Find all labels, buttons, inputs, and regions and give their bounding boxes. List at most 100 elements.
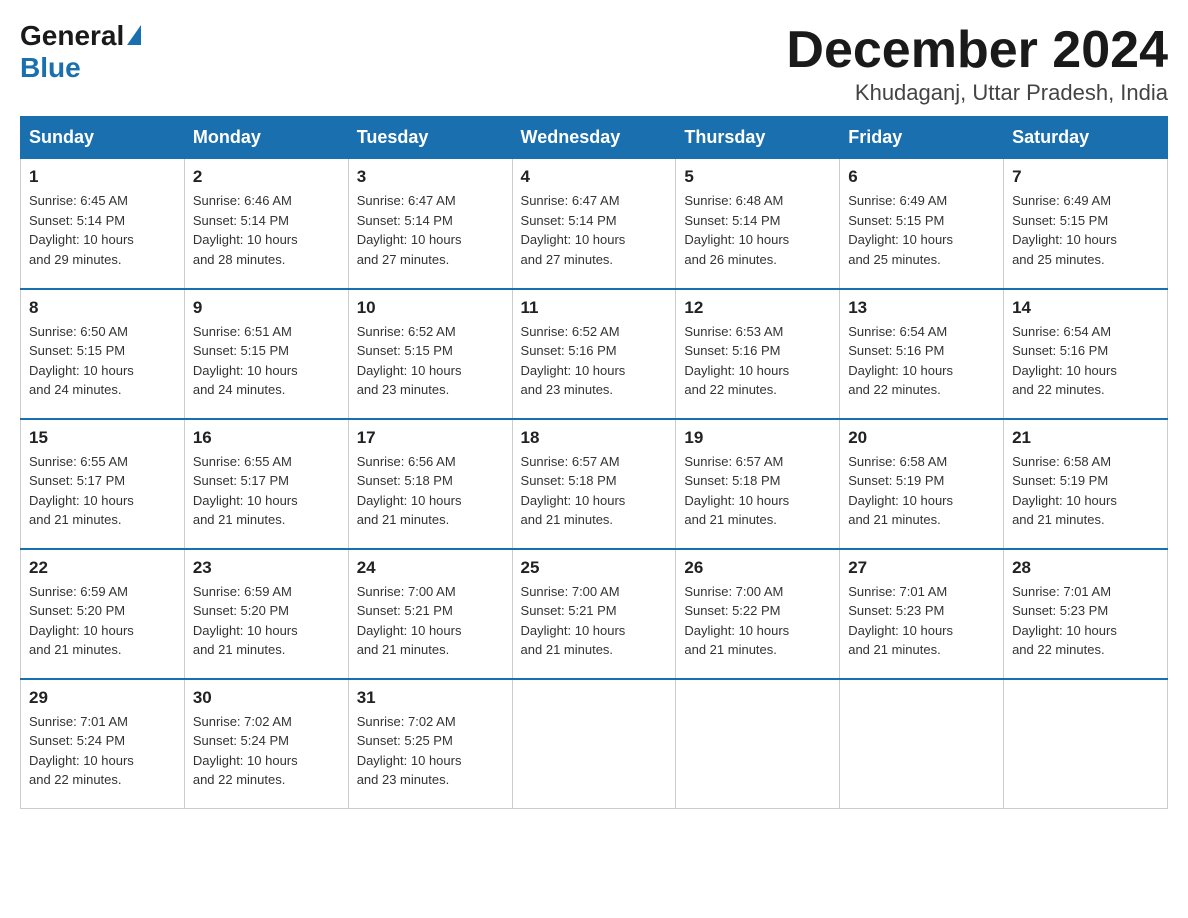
- day-number: 29: [29, 688, 176, 708]
- logo: General Blue: [20, 20, 141, 84]
- day-number: 9: [193, 298, 340, 318]
- calendar-day-cell: 11 Sunrise: 6:52 AM Sunset: 5:16 PM Dayl…: [512, 289, 676, 419]
- calendar-day-cell: 13 Sunrise: 6:54 AM Sunset: 5:16 PM Dayl…: [840, 289, 1004, 419]
- day-info: Sunrise: 7:01 AM Sunset: 5:24 PM Dayligh…: [29, 712, 176, 790]
- day-info: Sunrise: 7:00 AM Sunset: 5:21 PM Dayligh…: [357, 582, 504, 660]
- day-info: Sunrise: 7:00 AM Sunset: 5:22 PM Dayligh…: [684, 582, 831, 660]
- calendar-week-row: 15 Sunrise: 6:55 AM Sunset: 5:17 PM Dayl…: [21, 419, 1168, 549]
- calendar-day-cell: 16 Sunrise: 6:55 AM Sunset: 5:17 PM Dayl…: [184, 419, 348, 549]
- day-info: Sunrise: 6:54 AM Sunset: 5:16 PM Dayligh…: [1012, 322, 1159, 400]
- day-info: Sunrise: 6:55 AM Sunset: 5:17 PM Dayligh…: [29, 452, 176, 530]
- day-number: 3: [357, 167, 504, 187]
- header-sunday: Sunday: [21, 117, 185, 159]
- day-info: Sunrise: 7:01 AM Sunset: 5:23 PM Dayligh…: [1012, 582, 1159, 660]
- page-header: General Blue December 2024 Khudaganj, Ut…: [20, 20, 1168, 106]
- day-number: 19: [684, 428, 831, 448]
- location-subtitle: Khudaganj, Uttar Pradesh, India: [786, 80, 1168, 106]
- calendar-day-cell: 30 Sunrise: 7:02 AM Sunset: 5:24 PM Dayl…: [184, 679, 348, 809]
- calendar-week-row: 29 Sunrise: 7:01 AM Sunset: 5:24 PM Dayl…: [21, 679, 1168, 809]
- header-monday: Monday: [184, 117, 348, 159]
- day-info: Sunrise: 6:58 AM Sunset: 5:19 PM Dayligh…: [1012, 452, 1159, 530]
- calendar-day-cell: 21 Sunrise: 6:58 AM Sunset: 5:19 PM Dayl…: [1004, 419, 1168, 549]
- day-info: Sunrise: 6:56 AM Sunset: 5:18 PM Dayligh…: [357, 452, 504, 530]
- day-info: Sunrise: 6:52 AM Sunset: 5:16 PM Dayligh…: [521, 322, 668, 400]
- calendar-day-cell: 14 Sunrise: 6:54 AM Sunset: 5:16 PM Dayl…: [1004, 289, 1168, 419]
- day-number: 28: [1012, 558, 1159, 578]
- calendar-day-cell: 12 Sunrise: 6:53 AM Sunset: 5:16 PM Dayl…: [676, 289, 840, 419]
- calendar-day-cell: 25 Sunrise: 7:00 AM Sunset: 5:21 PM Dayl…: [512, 549, 676, 679]
- day-info: Sunrise: 6:52 AM Sunset: 5:15 PM Dayligh…: [357, 322, 504, 400]
- day-info: Sunrise: 6:55 AM Sunset: 5:17 PM Dayligh…: [193, 452, 340, 530]
- calendar-day-cell: 9 Sunrise: 6:51 AM Sunset: 5:15 PM Dayli…: [184, 289, 348, 419]
- calendar-day-cell: 28 Sunrise: 7:01 AM Sunset: 5:23 PM Dayl…: [1004, 549, 1168, 679]
- calendar-day-cell: 29 Sunrise: 7:01 AM Sunset: 5:24 PM Dayl…: [21, 679, 185, 809]
- day-number: 26: [684, 558, 831, 578]
- calendar-week-row: 1 Sunrise: 6:45 AM Sunset: 5:14 PM Dayli…: [21, 159, 1168, 289]
- title-section: December 2024 Khudaganj, Uttar Pradesh, …: [786, 20, 1168, 106]
- calendar-week-row: 22 Sunrise: 6:59 AM Sunset: 5:20 PM Dayl…: [21, 549, 1168, 679]
- calendar-day-cell: 5 Sunrise: 6:48 AM Sunset: 5:14 PM Dayli…: [676, 159, 840, 289]
- calendar-day-cell: [676, 679, 840, 809]
- calendar-day-cell: 8 Sunrise: 6:50 AM Sunset: 5:15 PM Dayli…: [21, 289, 185, 419]
- day-number: 14: [1012, 298, 1159, 318]
- calendar-week-row: 8 Sunrise: 6:50 AM Sunset: 5:15 PM Dayli…: [21, 289, 1168, 419]
- logo-blue-text: Blue: [20, 52, 81, 84]
- day-info: Sunrise: 7:01 AM Sunset: 5:23 PM Dayligh…: [848, 582, 995, 660]
- calendar-day-cell: 27 Sunrise: 7:01 AM Sunset: 5:23 PM Dayl…: [840, 549, 1004, 679]
- day-number: 16: [193, 428, 340, 448]
- calendar-day-cell: 26 Sunrise: 7:00 AM Sunset: 5:22 PM Dayl…: [676, 549, 840, 679]
- day-number: 27: [848, 558, 995, 578]
- day-number: 15: [29, 428, 176, 448]
- day-number: 6: [848, 167, 995, 187]
- calendar-day-cell: 1 Sunrise: 6:45 AM Sunset: 5:14 PM Dayli…: [21, 159, 185, 289]
- calendar-day-cell: 20 Sunrise: 6:58 AM Sunset: 5:19 PM Dayl…: [840, 419, 1004, 549]
- day-number: 30: [193, 688, 340, 708]
- header-friday: Friday: [840, 117, 1004, 159]
- day-info: Sunrise: 7:02 AM Sunset: 5:24 PM Dayligh…: [193, 712, 340, 790]
- day-number: 13: [848, 298, 995, 318]
- day-number: 20: [848, 428, 995, 448]
- day-number: 10: [357, 298, 504, 318]
- calendar-day-cell: [512, 679, 676, 809]
- day-info: Sunrise: 6:47 AM Sunset: 5:14 PM Dayligh…: [357, 191, 504, 269]
- calendar-day-cell: 18 Sunrise: 6:57 AM Sunset: 5:18 PM Dayl…: [512, 419, 676, 549]
- day-number: 18: [521, 428, 668, 448]
- day-number: 7: [1012, 167, 1159, 187]
- day-number: 5: [684, 167, 831, 187]
- day-info: Sunrise: 6:54 AM Sunset: 5:16 PM Dayligh…: [848, 322, 995, 400]
- day-info: Sunrise: 6:49 AM Sunset: 5:15 PM Dayligh…: [1012, 191, 1159, 269]
- calendar-day-cell: 23 Sunrise: 6:59 AM Sunset: 5:20 PM Dayl…: [184, 549, 348, 679]
- day-info: Sunrise: 6:57 AM Sunset: 5:18 PM Dayligh…: [521, 452, 668, 530]
- day-number: 2: [193, 167, 340, 187]
- day-number: 21: [1012, 428, 1159, 448]
- day-info: Sunrise: 6:51 AM Sunset: 5:15 PM Dayligh…: [193, 322, 340, 400]
- month-title: December 2024: [786, 20, 1168, 80]
- header-saturday: Saturday: [1004, 117, 1168, 159]
- day-number: 4: [521, 167, 668, 187]
- day-info: Sunrise: 6:58 AM Sunset: 5:19 PM Dayligh…: [848, 452, 995, 530]
- day-info: Sunrise: 6:45 AM Sunset: 5:14 PM Dayligh…: [29, 191, 176, 269]
- calendar-day-cell: 24 Sunrise: 7:00 AM Sunset: 5:21 PM Dayl…: [348, 549, 512, 679]
- day-number: 11: [521, 298, 668, 318]
- day-info: Sunrise: 6:59 AM Sunset: 5:20 PM Dayligh…: [193, 582, 340, 660]
- calendar-day-cell: [840, 679, 1004, 809]
- day-number: 23: [193, 558, 340, 578]
- header-thursday: Thursday: [676, 117, 840, 159]
- day-info: Sunrise: 6:59 AM Sunset: 5:20 PM Dayligh…: [29, 582, 176, 660]
- day-number: 25: [521, 558, 668, 578]
- header-tuesday: Tuesday: [348, 117, 512, 159]
- day-info: Sunrise: 6:57 AM Sunset: 5:18 PM Dayligh…: [684, 452, 831, 530]
- day-info: Sunrise: 6:53 AM Sunset: 5:16 PM Dayligh…: [684, 322, 831, 400]
- day-info: Sunrise: 7:00 AM Sunset: 5:21 PM Dayligh…: [521, 582, 668, 660]
- calendar-day-cell: 3 Sunrise: 6:47 AM Sunset: 5:14 PM Dayli…: [348, 159, 512, 289]
- day-number: 8: [29, 298, 176, 318]
- day-info: Sunrise: 7:02 AM Sunset: 5:25 PM Dayligh…: [357, 712, 504, 790]
- calendar-day-cell: [1004, 679, 1168, 809]
- weekday-header-row: Sunday Monday Tuesday Wednesday Thursday…: [21, 117, 1168, 159]
- calendar-day-cell: 22 Sunrise: 6:59 AM Sunset: 5:20 PM Dayl…: [21, 549, 185, 679]
- day-info: Sunrise: 6:50 AM Sunset: 5:15 PM Dayligh…: [29, 322, 176, 400]
- calendar-day-cell: 7 Sunrise: 6:49 AM Sunset: 5:15 PM Dayli…: [1004, 159, 1168, 289]
- calendar-day-cell: 19 Sunrise: 6:57 AM Sunset: 5:18 PM Dayl…: [676, 419, 840, 549]
- calendar-day-cell: 4 Sunrise: 6:47 AM Sunset: 5:14 PM Dayli…: [512, 159, 676, 289]
- calendar-table: Sunday Monday Tuesday Wednesday Thursday…: [20, 116, 1168, 809]
